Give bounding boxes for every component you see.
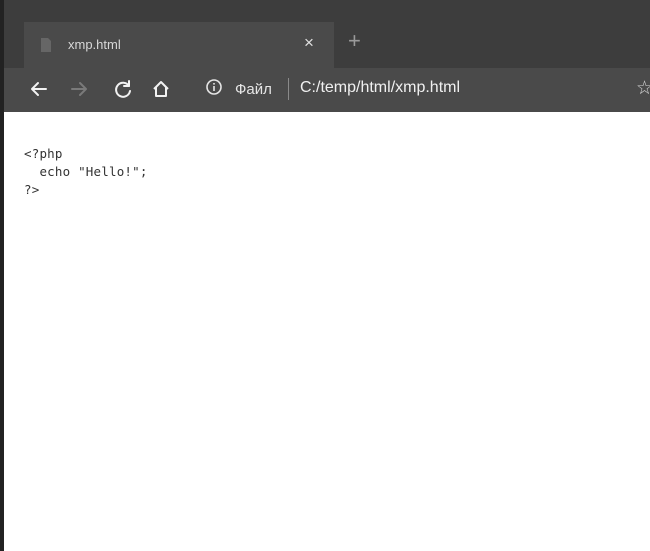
arrow-right-icon — [71, 82, 87, 96]
scheme-label: Файл — [235, 81, 272, 98]
tab-xmp-html[interactable]: xmp.html × — [24, 22, 334, 68]
new-tab-button[interactable]: + — [348, 29, 361, 53]
code-line: <?php — [24, 146, 63, 161]
code-line: echo "Hello!"; — [24, 164, 148, 179]
reload-icon — [115, 80, 131, 98]
tab-strip: xmp.html × + — [4, 0, 650, 68]
browser-window: xmp.html × + Файл C:/temp/html/xmp.html … — [0, 0, 650, 551]
home-icon — [153, 81, 169, 97]
page-content: <?php echo "Hello!"; ?> — [8, 112, 650, 551]
arrow-left-icon — [31, 82, 47, 96]
address-bar[interactable]: C:/temp/html/xmp.html — [300, 79, 460, 97]
tab-close-button[interactable]: × — [304, 33, 314, 53]
info-icon[interactable] — [204, 77, 224, 97]
forward-button[interactable] — [68, 78, 90, 100]
reload-button[interactable] — [112, 78, 134, 100]
home-button[interactable] — [150, 78, 172, 100]
tab-title: xmp.html — [68, 37, 121, 52]
back-button[interactable] — [28, 78, 50, 100]
code-line: ?> — [24, 182, 40, 197]
page-icon — [41, 38, 51, 52]
navigation-toolbar: Файл C:/temp/html/xmp.html ☆ — [4, 68, 650, 112]
bookmark-star-button[interactable]: ☆ — [636, 78, 650, 100]
address-divider — [288, 78, 289, 100]
